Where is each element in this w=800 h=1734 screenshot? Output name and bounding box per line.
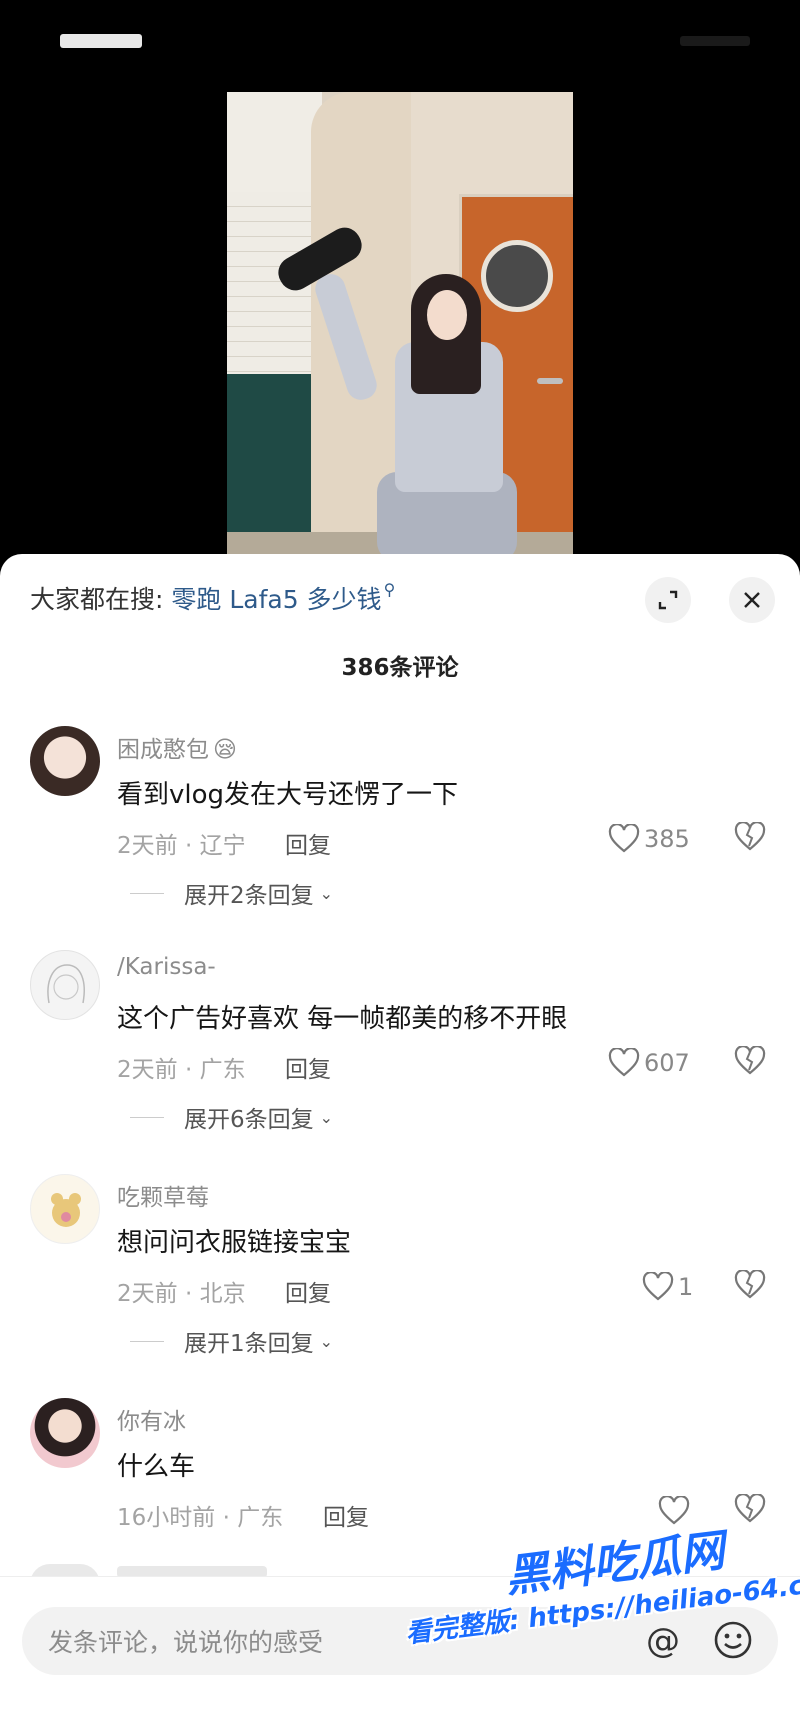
reply-button[interactable]: 回复 — [323, 1498, 369, 1532]
expand-button[interactable] — [645, 577, 691, 623]
like-count: 385 — [644, 825, 690, 853]
close-icon — [744, 592, 760, 608]
search-keyword[interactable]: 零跑 Lafa5 多少钱 — [171, 585, 381, 614]
avatar[interactable] — [30, 950, 100, 1020]
comment-username[interactable]: 吃颗草莓 — [117, 1178, 209, 1212]
comment-username[interactable]: 你有冰 — [117, 1402, 186, 1436]
like-count: 1 — [678, 1273, 694, 1301]
chevron-down-icon: ⌄ — [319, 1331, 334, 1351]
comment-item: /Karissa- 这个广告好喜欢 每一帧都美的移不开眼 2天前 · 广东 回复… — [0, 950, 800, 1150]
avatar[interactable] — [30, 726, 100, 796]
close-button[interactable] — [729, 577, 775, 623]
comment-username[interactable]: 困成憨包 😪 — [117, 730, 237, 764]
like-button[interactable]: 607 — [608, 1046, 690, 1080]
dislike-button[interactable] — [734, 1493, 766, 1528]
comment-text: 看到vlog发在大号还愣了一下 — [117, 780, 459, 810]
heart-icon — [608, 1048, 640, 1077]
search-suggestion[interactable]: 大家都在搜: 零跑 Lafa5 多少钱 ⚲ — [30, 580, 395, 616]
expand-icon — [658, 590, 678, 610]
dislike-button[interactable] — [734, 821, 766, 856]
expand-replies[interactable]: 展开2条回复 ⌄ — [130, 876, 333, 910]
like-button[interactable]: 1 — [642, 1270, 693, 1304]
like-button[interactable]: 385 — [608, 822, 690, 856]
mention-icon[interactable]: @ — [646, 1621, 680, 1661]
comment-count: 386条评论 — [341, 655, 459, 681]
comment-meta: 2天前 · 广东 — [117, 1057, 246, 1083]
broken-heart-icon — [734, 821, 766, 851]
comment-text: 想问问衣服链接宝宝 — [117, 1228, 352, 1258]
like-count: 607 — [644, 1049, 690, 1077]
search-prefix: 大家都在搜: — [30, 585, 164, 614]
search-icon: ⚲ — [383, 580, 396, 599]
sleepy-emoji: 😪 — [213, 737, 237, 763]
reply-button[interactable]: 回复 — [285, 1274, 331, 1308]
comment-text: 什么车 — [117, 1452, 196, 1482]
comment-text: 这个广告好喜欢 每一帧都美的移不开眼 — [117, 1004, 568, 1034]
status-icons-blurred — [680, 36, 750, 46]
dislike-button[interactable] — [734, 1045, 766, 1080]
heart-icon — [642, 1272, 674, 1301]
avatar[interactable] — [30, 1398, 100, 1468]
status-time-blurred — [60, 34, 142, 48]
comment-meta: 2天前 · 辽宁 — [117, 833, 246, 859]
broken-heart-icon — [734, 1045, 766, 1075]
expand-replies[interactable]: 展开6条回复 ⌄ — [130, 1100, 333, 1134]
expand-replies[interactable]: 展开1条回复 ⌄ — [130, 1324, 333, 1358]
emoji-icon[interactable] — [712, 1619, 754, 1661]
status-bar — [0, 0, 800, 90]
comment-meta: 2天前 · 北京 — [117, 1281, 246, 1307]
video-player[interactable] — [227, 92, 573, 562]
comment-meta: 16小时前 · 广东 — [117, 1505, 284, 1531]
comment-item: 吃颗草莓 想问问衣服链接宝宝 2天前 · 北京 回复 1 展开1条回复 ⌄ — [0, 1174, 800, 1374]
heart-icon — [608, 824, 640, 853]
comment-item: 困成憨包 😪 看到vlog发在大号还愣了一下 2天前 · 辽宁 回复 385 展开… — [0, 726, 800, 926]
broken-heart-icon — [734, 1269, 766, 1299]
reply-button[interactable]: 回复 — [285, 1050, 331, 1084]
avatar[interactable] — [30, 1174, 100, 1244]
comment-username[interactable]: /Karissa- — [117, 954, 216, 980]
reply-button[interactable]: 回复 — [285, 826, 331, 860]
broken-heart-icon — [734, 1493, 766, 1523]
chevron-down-icon: ⌄ — [319, 1107, 334, 1127]
chevron-down-icon: ⌄ — [319, 883, 334, 903]
dislike-button[interactable] — [734, 1269, 766, 1304]
